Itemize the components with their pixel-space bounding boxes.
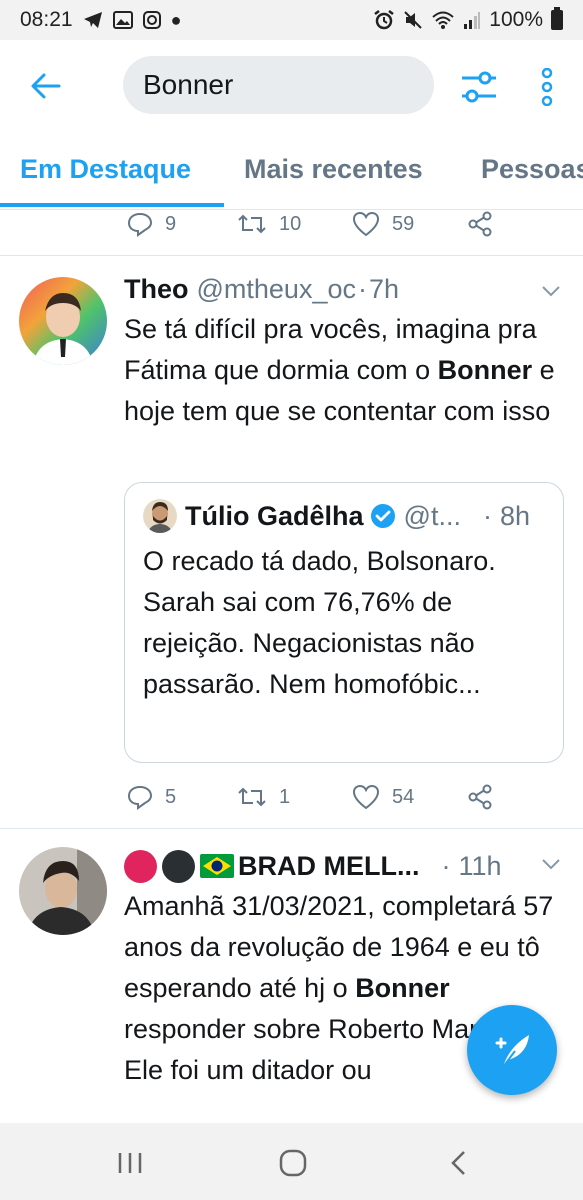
alarm-icon xyxy=(374,10,395,30)
mute-icon xyxy=(404,11,422,29)
tweet-timestamp: 7h xyxy=(368,273,400,304)
avatar xyxy=(143,499,177,533)
wifi-icon xyxy=(432,11,454,29)
search-input[interactable]: Bonner xyxy=(123,56,434,114)
tweet-author-name[interactable]: BRAD MELL... xyxy=(238,851,420,882)
quoted-tweet[interactable]: Túlio Gadêlha @t... · 8h O recado tá dad… xyxy=(124,482,564,763)
signal-icon xyxy=(464,12,481,29)
like-button[interactable]: 59 xyxy=(352,204,414,244)
divider xyxy=(0,255,583,256)
search-term-highlight: Bonner xyxy=(437,355,533,385)
back-button[interactable] xyxy=(28,68,64,104)
tweet-text: Se tá difícil pra vocês, imagina pra Fát… xyxy=(124,309,564,432)
tweet-text-part: Amanhã 31/03/2021, completará 57 anos da… xyxy=(124,891,554,1003)
tweet-author-handle[interactable]: @mtheux_oc xyxy=(197,274,356,305)
tab-pessoas[interactable]: Pessoas xyxy=(481,154,583,185)
heart-icon xyxy=(352,211,380,237)
brazil-flag-emoji xyxy=(200,854,234,878)
red-circle-emoji xyxy=(124,849,157,883)
instagram-icon xyxy=(142,11,161,29)
status-right: 100% xyxy=(373,7,563,32)
chevron-left-icon xyxy=(451,1151,465,1175)
status-time: 08:21 xyxy=(20,8,73,31)
tweet-header: BRAD MELL... · 11h xyxy=(124,848,502,884)
reply-count: 9 xyxy=(165,212,177,235)
reply-icon xyxy=(127,785,153,810)
status-left: 08:21 ● xyxy=(20,8,181,32)
share-button[interactable] xyxy=(467,777,493,817)
tweet-separator: · xyxy=(357,273,367,304)
verified-badge-icon xyxy=(370,504,395,528)
telegram-icon xyxy=(83,12,102,28)
retweet-icon xyxy=(238,787,266,807)
more-vertical-icon xyxy=(541,68,553,106)
divider xyxy=(0,828,583,829)
share-button[interactable] xyxy=(467,204,493,244)
android-nav-bar xyxy=(0,1123,583,1200)
search-query: Bonner xyxy=(143,69,234,100)
like-count: 54 xyxy=(392,785,415,808)
retweet-icon xyxy=(238,214,266,234)
retweet-button[interactable]: 10 xyxy=(237,204,301,244)
image-icon xyxy=(112,11,133,29)
retweet-button[interactable]: 1 xyxy=(237,777,290,817)
tweet-actions: 5 1 54 xyxy=(127,777,507,817)
reply-button[interactable]: 9 xyxy=(127,204,176,244)
quoted-tweet-text: O recado tá dado, Bolsonaro. Sarah sai c… xyxy=(143,546,496,699)
arrow-left-icon xyxy=(31,73,61,99)
sliders-icon xyxy=(462,71,496,103)
tab-em-destaque[interactable]: Em Destaque xyxy=(20,154,191,185)
battery-percent: 100% xyxy=(489,8,543,31)
like-button[interactable]: 54 xyxy=(352,777,414,817)
status-bar: 08:21 ● 100% xyxy=(0,0,583,40)
compose-tweet-button[interactable] xyxy=(467,1005,557,1095)
share-icon xyxy=(468,784,492,810)
search-filter-button[interactable] xyxy=(458,66,500,108)
reply-button[interactable]: 5 xyxy=(127,777,176,817)
tweet-header: Theo @mtheux_oc · 7h xyxy=(124,271,399,307)
compose-feather-icon xyxy=(495,1035,529,1068)
quoted-tweet-separator: · xyxy=(482,500,492,531)
home-button[interactable] xyxy=(273,1143,313,1183)
avatar-theo-image xyxy=(19,277,107,365)
back-nav-button[interactable] xyxy=(438,1143,478,1183)
home-icon xyxy=(279,1149,307,1177)
quoted-author-name: Túlio Gadêlha xyxy=(185,500,364,531)
battery-icon xyxy=(551,7,563,30)
recent-apps-button[interactable] xyxy=(110,1143,150,1183)
search-tabs: Em Destaque Mais recentes Pessoas xyxy=(0,132,583,210)
avatar[interactable] xyxy=(19,847,107,935)
chevron-down-icon[interactable] xyxy=(540,280,562,302)
avatar[interactable] xyxy=(19,277,107,365)
tweet-separator: · xyxy=(441,850,451,881)
tab-mais-recentes[interactable]: Mais recentes xyxy=(244,154,423,185)
more-options-button[interactable] xyxy=(530,66,564,108)
quoted-tweet-header: Túlio Gadêlha @t... · 8h xyxy=(143,498,530,534)
recent-apps-icon xyxy=(118,1153,142,1173)
like-count: 59 xyxy=(392,212,415,235)
retweet-count: 10 xyxy=(279,212,302,235)
avatar-tulio-image xyxy=(143,499,177,533)
chevron-down-icon[interactable] xyxy=(540,853,562,875)
avatar-brad-image xyxy=(19,847,107,935)
quoted-tweet-timestamp: 8h xyxy=(499,500,530,531)
reply-count: 5 xyxy=(165,785,177,808)
previous-tweet-actions: 9 10 59 xyxy=(127,204,507,244)
heart-icon xyxy=(352,784,380,810)
retweet-count: 1 xyxy=(279,785,291,808)
black-circle-emoji xyxy=(162,849,195,883)
tweet-timestamp: 11h xyxy=(458,850,502,881)
search-term-highlight: Bonner xyxy=(355,973,450,1003)
quoted-author-handle: @t... xyxy=(403,500,461,531)
share-icon xyxy=(468,211,492,237)
search-header: Bonner xyxy=(0,40,583,132)
reply-icon xyxy=(127,212,153,237)
dot-icon: ● xyxy=(170,9,182,30)
tweet-author-name[interactable]: Theo xyxy=(124,274,189,305)
